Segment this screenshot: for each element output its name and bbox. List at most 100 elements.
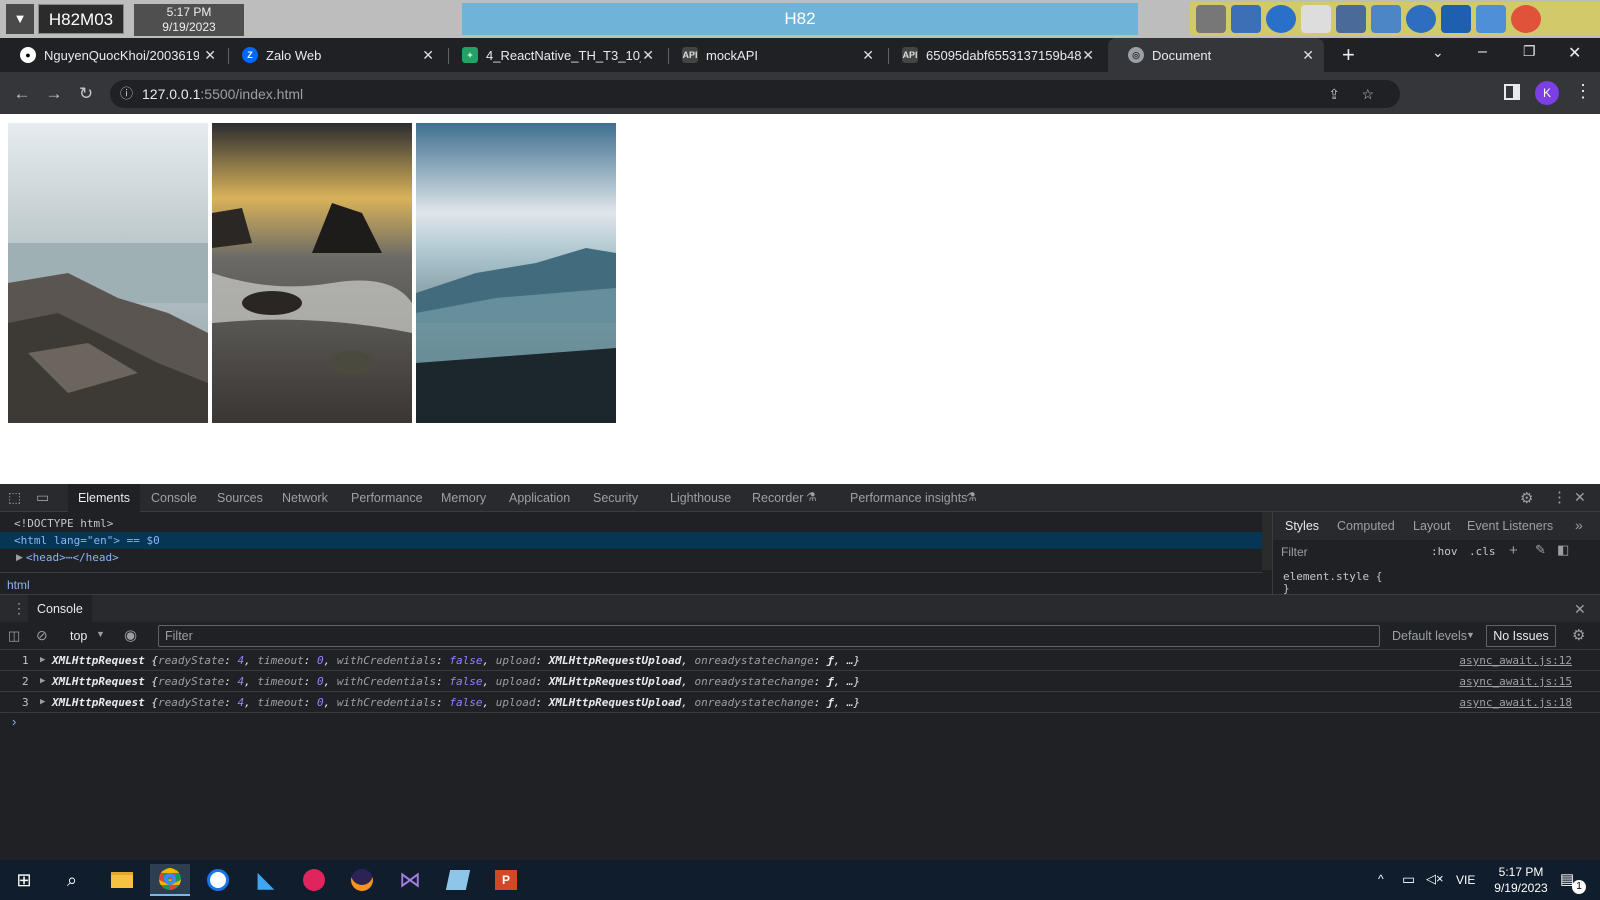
vscode-icon[interactable]: ◣ xyxy=(246,864,286,896)
restore-icon[interactable]: ❐ xyxy=(1523,43,1536,60)
globe-icon[interactable] xyxy=(1406,5,1436,33)
tab-memory[interactable]: Memory xyxy=(441,484,486,512)
tab-mockapi[interactable]: API mockAPI ✕ xyxy=(662,38,884,72)
close-icon[interactable]: ✕ xyxy=(642,47,654,64)
tab-application[interactable]: Application xyxy=(509,484,570,512)
log-levels-select[interactable]: Default levels xyxy=(1392,629,1467,643)
close-icon[interactable]: ✕ xyxy=(204,47,216,64)
profile-avatar[interactable]: K xyxy=(1535,81,1559,105)
console-prompt[interactable]: › xyxy=(12,714,16,729)
dropdown-arrow-icon[interactable]: ▼ xyxy=(6,4,34,34)
inspect-element-icon[interactable]: ⬚ xyxy=(8,489,21,506)
expand-triangle-icon[interactable]: ▶ xyxy=(40,692,45,713)
forward-icon[interactable]: → xyxy=(40,80,68,108)
chart-icon[interactable] xyxy=(1231,5,1261,33)
tab-computed[interactable]: Computed xyxy=(1337,519,1395,533)
close-icon[interactable]: ✕ xyxy=(422,47,434,64)
close-icon[interactable]: ✕ xyxy=(862,47,874,64)
disc-icon[interactable] xyxy=(1266,5,1296,33)
window-icon[interactable] xyxy=(1371,5,1401,33)
side-panel-icon[interactable] xyxy=(1504,84,1520,100)
more-tabs-icon[interactable]: » xyxy=(1575,517,1583,533)
tab-document[interactable]: ◎ Document ✕ xyxy=(1108,38,1324,72)
console-log-entry[interactable]: 1 ▶ XMLHttpRequest {readyState: 4, timeo… xyxy=(0,650,1600,671)
expand-triangle-icon[interactable]: ▶ xyxy=(16,552,23,563)
chrome-icon[interactable] xyxy=(150,864,190,896)
paint-icon[interactable]: ✎ xyxy=(1535,542,1546,558)
element-style-rule[interactable]: element.style { xyxy=(1283,570,1382,583)
drawer-menu-icon[interactable]: ⋮ xyxy=(12,600,26,617)
console-settings-icon[interactable]: ⚙ xyxy=(1572,626,1585,644)
lifebuoy-icon[interactable] xyxy=(1511,5,1541,33)
tab-search-icon[interactable]: ⌄ xyxy=(1432,44,1444,61)
volume-muted-icon[interactable]: ◁× xyxy=(1426,871,1444,887)
tab-styles[interactable]: Styles xyxy=(1285,519,1319,533)
app-icon[interactable] xyxy=(198,864,238,896)
doctype-node[interactable]: <!DOCTYPE html> xyxy=(14,515,113,532)
devtools-menu-icon[interactable]: ⋮ xyxy=(1552,488,1567,506)
window-close-icon[interactable]: ✕ xyxy=(1568,43,1581,63)
tab-zalo[interactable]: Z Zalo Web ✕ xyxy=(222,38,444,72)
new-tab-button[interactable]: + xyxy=(1342,42,1355,68)
console-drawer-tab[interactable]: Console xyxy=(28,595,92,623)
sidebar-toggle-icon[interactable]: ◫ xyxy=(8,628,20,644)
tab-github[interactable]: ● NguyenQuocKhoi/20036191_ ✕ xyxy=(0,38,226,72)
html-node[interactable]: <html lang="en"> == $0 xyxy=(0,532,1262,549)
computed-sidebar-icon[interactable]: ◧ xyxy=(1557,542,1569,558)
book-icon[interactable] xyxy=(1441,5,1471,33)
tab-sources[interactable]: Sources xyxy=(217,484,263,512)
expand-triangle-icon[interactable]: ▶ xyxy=(40,650,45,671)
back-icon[interactable]: ← xyxy=(8,80,36,108)
console-log-entry[interactable]: 2 ▶ XMLHttpRequest {readyState: 4, timeo… xyxy=(0,671,1600,692)
styles-filter-input[interactable]: Filter xyxy=(1281,545,1308,559)
log-source-link[interactable]: async_await.js:12 xyxy=(1459,650,1572,671)
system-clock[interactable]: 5:17 PM 9/19/2023 xyxy=(1486,864,1556,896)
hover-state-button[interactable]: :hov xyxy=(1431,545,1458,558)
app-icon[interactable] xyxy=(438,864,478,896)
info-icon[interactable]: ⓘ xyxy=(120,80,133,108)
tab-network[interactable]: Network xyxy=(282,484,328,512)
menu-kebab-icon[interactable]: ⋮ xyxy=(1574,81,1592,102)
server-icon[interactable] xyxy=(1196,5,1226,33)
file-explorer-icon[interactable] xyxy=(102,864,142,896)
class-toggle-button[interactable]: .cls xyxy=(1469,545,1496,558)
bookmark-star-icon[interactable]: ☆ xyxy=(1361,80,1374,108)
log-source-link[interactable]: async_await.js:18 xyxy=(1459,692,1572,713)
visual-studio-icon[interactable]: ⋈ xyxy=(390,864,430,896)
printer-icon[interactable] xyxy=(1336,5,1366,33)
tab-security[interactable]: Security xyxy=(593,484,638,512)
tab-sheets[interactable]: + 4_ReactNative_TH_T3_10_12_ ✕ xyxy=(442,38,664,72)
obs-icon[interactable] xyxy=(294,864,334,896)
minimize-icon[interactable]: – xyxy=(1478,43,1487,61)
tab-lighthouse[interactable]: Lighthouse xyxy=(670,484,731,512)
console-log-entry[interactable]: 3 ▶ XMLHttpRequest {readyState: 4, timeo… xyxy=(0,692,1600,713)
add-rule-icon[interactable]: + xyxy=(1509,542,1518,559)
devtools-close-icon[interactable]: ✕ xyxy=(1574,489,1586,506)
chevron-down-icon[interactable]: ▼ xyxy=(96,629,105,639)
message-icon[interactable] xyxy=(1476,5,1506,33)
tab-console[interactable]: Console xyxy=(151,484,197,512)
windows-start-icon[interactable]: ⊞ xyxy=(4,864,44,896)
chevron-up-icon[interactable]: ^ xyxy=(1378,872,1384,886)
tab-performance-insights[interactable]: Performance insights xyxy=(850,484,967,512)
close-icon[interactable]: ✕ xyxy=(1082,47,1094,64)
address-bar[interactable]: ⓘ 127.0.0.1:5500/index.html ⇪ ☆ xyxy=(110,80,1400,108)
reload-icon[interactable]: ↻ xyxy=(72,80,100,108)
console-filter-input[interactable]: Filter xyxy=(158,625,1380,647)
device-toolbar-icon[interactable]: ▭ xyxy=(36,489,49,506)
tab-event-listeners[interactable]: Event Listeners xyxy=(1467,519,1553,533)
share-icon[interactable]: ⇪ xyxy=(1328,80,1340,108)
settings-gear-icon[interactable]: ⚙ xyxy=(1520,489,1533,507)
scrollbar[interactable] xyxy=(1262,512,1272,570)
log-source-link[interactable]: async_await.js:15 xyxy=(1459,671,1572,692)
keyboard-icon[interactable] xyxy=(1301,5,1331,33)
tab-elements[interactable]: Elements xyxy=(68,484,140,512)
tab-mockapi-id[interactable]: API 65095dabf6553137159b4826 ✕ xyxy=(882,38,1104,72)
drawer-close-icon[interactable]: ✕ xyxy=(1574,601,1586,618)
search-icon[interactable]: ⌕ xyxy=(52,864,92,896)
tab-layout[interactable]: Layout xyxy=(1413,519,1451,533)
issues-button[interactable]: No Issues xyxy=(1486,625,1556,647)
tab-performance[interactable]: Performance xyxy=(351,484,423,512)
close-icon[interactable]: ✕ xyxy=(1302,47,1314,64)
tab-recorder[interactable]: Recorder xyxy=(752,484,803,512)
